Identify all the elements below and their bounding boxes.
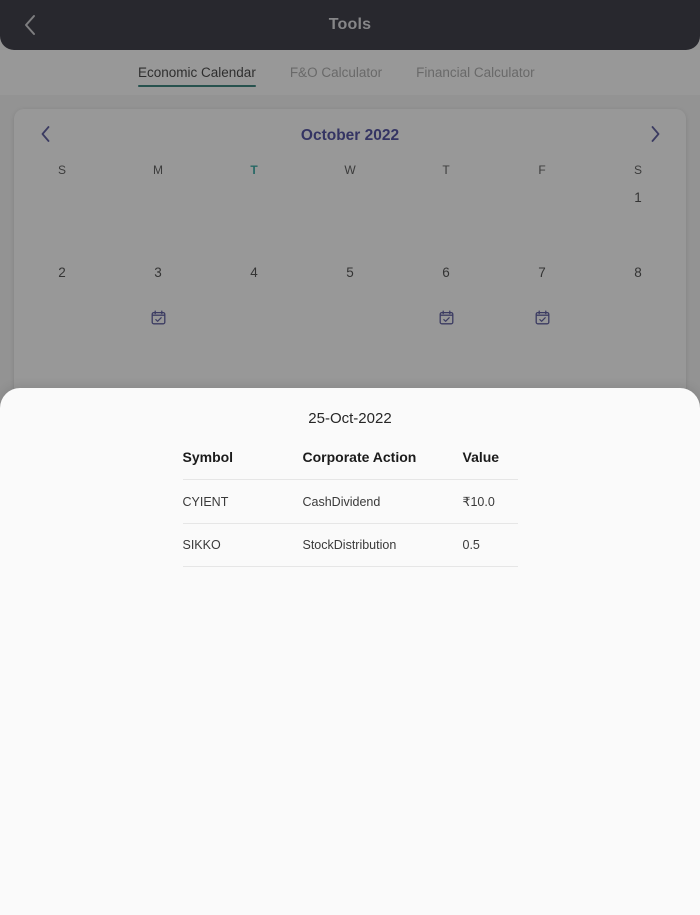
calendar-day-empty bbox=[302, 181, 398, 256]
tab-fo-calculator[interactable]: F&O Calculator bbox=[280, 50, 392, 95]
calendar-day-number: 4 bbox=[250, 265, 258, 280]
weekday-label: M bbox=[153, 163, 163, 177]
calendar-day-8[interactable]: 8 bbox=[590, 256, 686, 331]
app-bar: Tools bbox=[0, 0, 700, 50]
corporate-action-bottom-sheet: 25-Oct-2022 Symbol Corporate Action Valu… bbox=[0, 388, 700, 915]
calendar-event-icon bbox=[151, 310, 166, 325]
calendar-day-1[interactable]: 1 bbox=[590, 181, 686, 256]
calendar-card: October 2022 S M T W T F S 1 2 3 4 5 6 7… bbox=[14, 109, 686, 409]
calendar-day-number: 3 bbox=[154, 265, 162, 280]
calendar-month-title: October 2022 bbox=[300, 127, 400, 144]
weekday-label: W bbox=[344, 163, 356, 177]
calendar-day-2[interactable]: 2 bbox=[14, 256, 110, 331]
calendar-day-7[interactable]: 7 bbox=[494, 256, 590, 331]
weekday-label: S bbox=[57, 163, 66, 177]
cell-value: 0.5 bbox=[462, 538, 480, 552]
calendar-day-3[interactable]: 3 bbox=[110, 256, 206, 331]
calendar-day-number: 6 bbox=[442, 265, 450, 280]
calendar-day-number: 8 bbox=[634, 265, 642, 280]
calendar-day-empty bbox=[14, 181, 110, 256]
weekday-label-highlighted: T bbox=[250, 163, 258, 177]
weekday-label: S bbox=[633, 163, 642, 177]
table-body: CYIENT CashDividend ₹10.0 SIKKO StockDistrib… bbox=[182, 479, 518, 567]
sheet-date-title: 25-Oct-2022 bbox=[308, 410, 392, 427]
cell-symbol: CYIENT bbox=[182, 494, 229, 509]
cell-symbol: SIKKO bbox=[182, 538, 221, 552]
calendar-day-empty bbox=[494, 181, 590, 256]
calendar-day-empty bbox=[110, 181, 206, 256]
corporate-actions-table: Symbol Corporate Action Value CYIENT Cash… bbox=[182, 449, 518, 567]
calendar-week-row: 1 bbox=[14, 181, 686, 256]
calendar-day-4[interactable]: 4 bbox=[206, 256, 302, 331]
cell-value: ₹10.0 bbox=[462, 495, 495, 509]
tab-economic-calendar[interactable]: Economic Calendar bbox=[128, 50, 266, 95]
calendar-event-icon bbox=[535, 310, 550, 325]
calendar-event-icon bbox=[439, 310, 454, 325]
chevron-right-icon bbox=[650, 125, 661, 148]
table-header-row: Symbol Corporate Action Value bbox=[183, 449, 518, 479]
tab-label: F&O Calculator bbox=[289, 65, 383, 80]
tab-label: Economic Calendar bbox=[138, 65, 256, 80]
weekday-label: T bbox=[442, 163, 450, 177]
back-button[interactable] bbox=[8, 0, 52, 50]
cell-corporate-action: StockDistribution bbox=[302, 538, 397, 552]
previous-month-button[interactable] bbox=[28, 119, 62, 153]
weekday-header-row: S M T W T F S bbox=[14, 157, 686, 181]
tools-screen: Tools Economic Calendar F&O Calculator F… bbox=[0, 0, 700, 915]
calendar-day-number: 2 bbox=[58, 265, 66, 280]
column-header-symbol: Symbol bbox=[182, 449, 234, 465]
weekday-label: F bbox=[538, 163, 546, 177]
page-title: Tools bbox=[328, 16, 372, 33]
chevron-left-icon bbox=[22, 13, 38, 37]
calendar-week-row: 2 3 4 5 6 7 8 bbox=[14, 256, 686, 331]
calendar-day-number: 7 bbox=[538, 265, 546, 280]
calendar-day-empty bbox=[398, 181, 494, 256]
table-row: SIKKO StockDistribution 0.5 bbox=[182, 523, 518, 567]
chevron-left-icon bbox=[40, 125, 51, 148]
tab-label: Financial Calculator bbox=[416, 65, 535, 80]
calendar-day-6[interactable]: 6 bbox=[398, 256, 494, 331]
tab-financial-calculator[interactable]: Financial Calculator bbox=[406, 50, 545, 95]
calendar-day-number: 5 bbox=[346, 265, 354, 280]
calendar-day-number: 1 bbox=[634, 190, 642, 205]
cell-corporate-action: CashDividend bbox=[302, 494, 381, 509]
calendar-day-empty bbox=[206, 181, 302, 256]
calendar-header: October 2022 bbox=[14, 115, 686, 157]
column-header-value: Value bbox=[462, 449, 500, 465]
next-month-button[interactable] bbox=[638, 119, 672, 153]
column-header-corporate-action: Corporate Action bbox=[302, 449, 417, 465]
tab-bar: Economic Calendar F&O Calculator Financi… bbox=[0, 50, 700, 95]
calendar-day-5[interactable]: 5 bbox=[302, 256, 398, 331]
table-row: CYIENT CashDividend ₹10.0 bbox=[182, 479, 518, 523]
